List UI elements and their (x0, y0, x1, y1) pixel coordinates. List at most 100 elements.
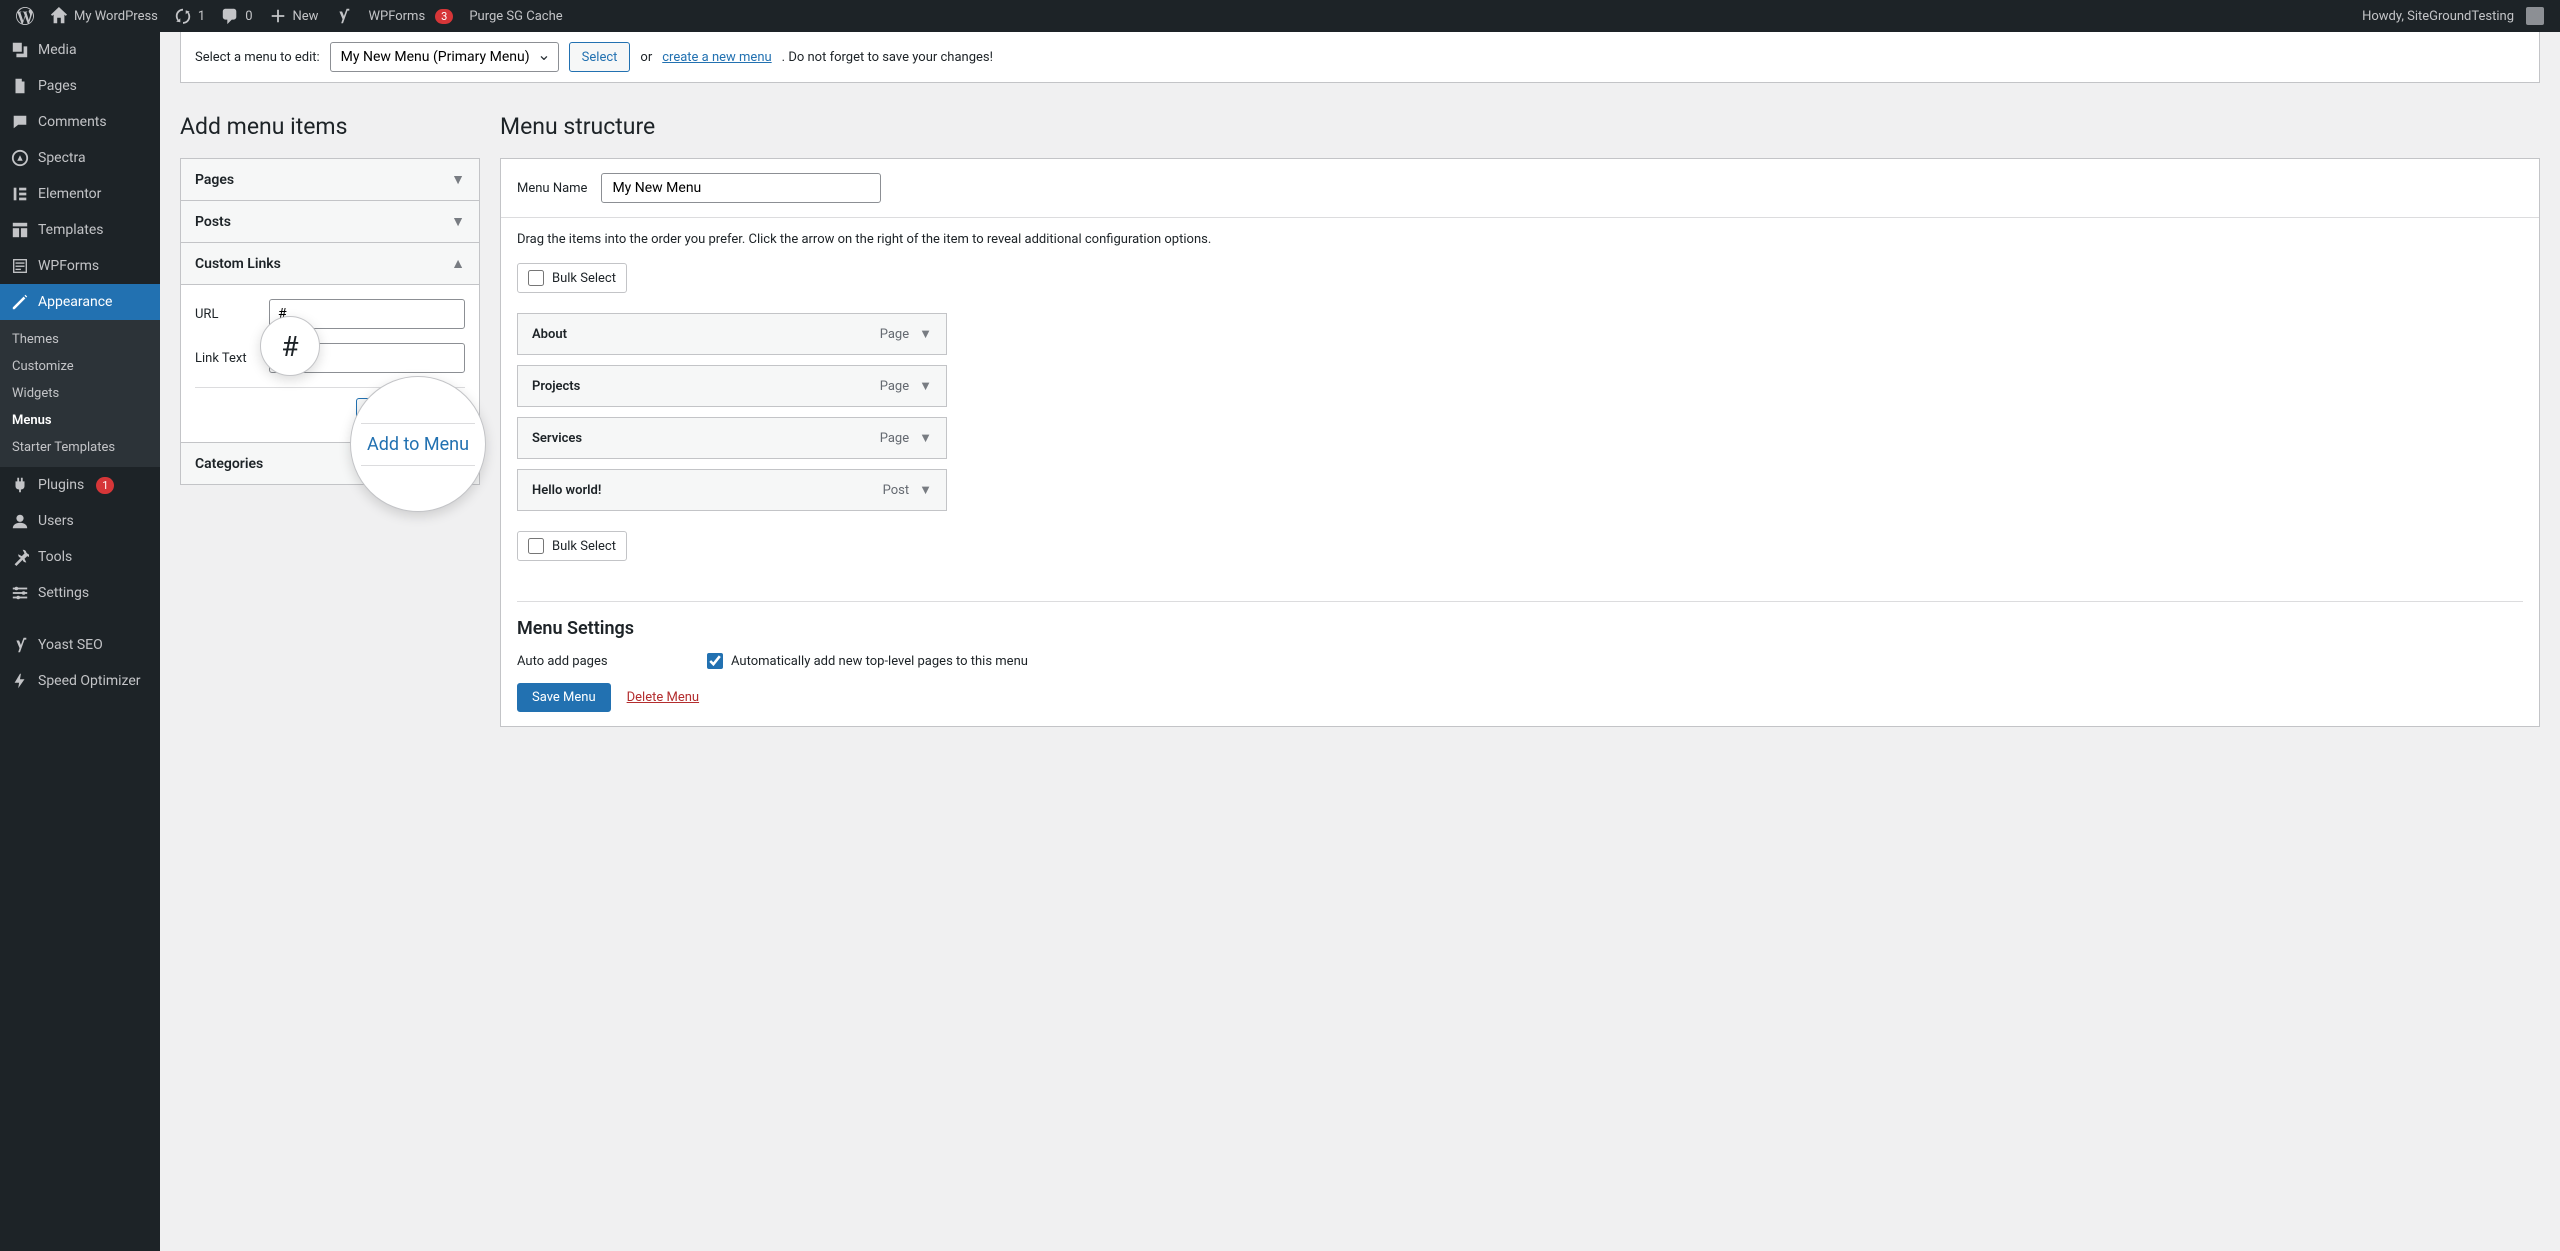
new-link[interactable]: New (261, 0, 327, 32)
home-icon (50, 7, 68, 25)
elementor-icon (10, 184, 30, 204)
spectra-icon (10, 148, 30, 168)
sidebar-sub-starter[interactable]: Starter Templates (0, 434, 160, 461)
templates-icon (10, 220, 30, 240)
create-menu-link[interactable]: create a new menu (662, 50, 771, 65)
updates-link[interactable]: 1 (166, 0, 213, 32)
purge-cache-link[interactable]: Purge SG Cache (461, 0, 570, 32)
admin-bar: My WordPress 1 0 New WPForms 3 Purge SG … (0, 0, 2560, 32)
comments-count: 0 (245, 9, 252, 24)
menu-item[interactable]: About Page▼ (517, 313, 947, 355)
menu-item-type: Post (883, 483, 910, 498)
bulk-select-checkbox[interactable] (528, 270, 544, 286)
chevron-down-icon[interactable]: ▼ (919, 430, 932, 446)
accordion-label: Categories (195, 456, 263, 472)
add-to-menu-button[interactable]: Add to Menu (356, 398, 465, 428)
menu-item-type: Page (880, 431, 909, 446)
menu-structure-title: Menu structure (500, 113, 2540, 140)
sidebar-label: WPForms (38, 258, 99, 274)
url-input[interactable] (269, 299, 465, 329)
save-menu-button[interactable]: Save Menu (517, 683, 611, 712)
update-icon (174, 7, 192, 25)
link-text-input[interactable] (269, 343, 465, 373)
bulk-select-top[interactable]: Bulk Select (517, 263, 627, 293)
sidebar-item-users[interactable]: Users (0, 503, 160, 539)
menu-name-input[interactable] (601, 173, 881, 203)
new-label: New (293, 9, 319, 24)
menu-name-label: Menu Name (517, 181, 587, 196)
bulk-select-label: Bulk Select (552, 271, 616, 286)
menu-item-title: Services (532, 431, 582, 446)
bulk-select-bottom[interactable]: Bulk Select (517, 531, 627, 561)
wpforms-link[interactable]: WPForms 3 (360, 0, 461, 32)
sidebar-item-templates[interactable]: Templates (0, 212, 160, 248)
yoast-icon (334, 7, 352, 25)
sidebar-item-yoast[interactable]: Yoast SEO (0, 627, 160, 663)
chevron-down-icon[interactable]: ▼ (919, 378, 932, 394)
speed-icon (10, 671, 30, 691)
bulk-select-checkbox[interactable] (528, 538, 544, 554)
menu-item-type: Page (880, 379, 909, 394)
sidebar-label: Elementor (38, 186, 101, 202)
sidebar-label: Appearance (38, 294, 112, 310)
yoast-adminbar[interactable] (326, 0, 360, 32)
sidebar-sub-menus[interactable]: Menus (0, 407, 160, 434)
sidebar-item-plugins[interactable]: Plugins 1 (0, 467, 160, 503)
users-icon (10, 511, 30, 531)
sidebar-item-appearance[interactable]: Appearance (0, 284, 160, 320)
accordion-posts[interactable]: Posts ▼ (181, 201, 479, 242)
url-label: URL (195, 307, 259, 322)
plugins-icon (10, 475, 30, 495)
bulk-select-label: Bulk Select (552, 539, 616, 554)
menu-settings-title: Menu Settings (517, 618, 2523, 639)
sidebar-item-media[interactable]: Media (0, 32, 160, 68)
sidebar-sub-customize[interactable]: Customize (0, 353, 160, 380)
sidebar-item-pages[interactable]: Pages (0, 68, 160, 104)
chevron-down-icon[interactable]: ▼ (919, 326, 932, 342)
chevron-down-icon[interactable]: ▼ (919, 482, 932, 498)
auto-add-label: Auto add pages (517, 654, 707, 669)
menu-item[interactable]: Services Page ▼ (517, 417, 947, 459)
sidebar-item-comments[interactable]: Comments (0, 104, 160, 140)
site-name: My WordPress (74, 9, 158, 24)
purge-label: Purge SG Cache (469, 9, 562, 24)
accordion: Pages ▼ Posts ▼ Custom L (180, 158, 480, 485)
main-content: Select a menu to edit: My New Menu (Prim… (160, 32, 2560, 1251)
sidebar-sub-widgets[interactable]: Widgets (0, 380, 160, 407)
wordpress-icon (16, 7, 34, 25)
avatar (2526, 7, 2544, 25)
menu-item-title: About (532, 327, 567, 342)
delete-menu-link[interactable]: Delete Menu (627, 690, 699, 705)
sidebar-item-tools[interactable]: Tools (0, 539, 160, 575)
selector-suffix: . Do not forget to save your changes! (782, 50, 993, 65)
custom-links-body: URL Link Text Add to Menu (181, 284, 479, 442)
sidebar-item-speed[interactable]: Speed Optimizer (0, 663, 160, 699)
accordion-custom-links[interactable]: Custom Links ▲ (181, 243, 479, 284)
accordion-categories[interactable]: Categories ▼ (181, 443, 479, 484)
sidebar-label: Speed Optimizer (38, 673, 141, 689)
menu-structure-box: Menu Name Drag the items into the order … (500, 158, 2540, 727)
sidebar-submenu-appearance: Themes Customize Widgets Menus Starter T… (0, 320, 160, 467)
sidebar-item-spectra[interactable]: Spectra (0, 140, 160, 176)
menu-item[interactable]: Projects Page▼ (517, 365, 947, 407)
sidebar-sub-themes[interactable]: Themes (0, 326, 160, 353)
select-button[interactable]: Select (569, 42, 631, 72)
sidebar-item-wpforms[interactable]: WPForms (0, 248, 160, 284)
howdy-link[interactable]: Howdy, SiteGroundTesting (2354, 0, 2552, 32)
menu-select-dropdown[interactable]: My New Menu (Primary Menu) (330, 42, 559, 72)
sidebar-item-elementor[interactable]: Elementor (0, 176, 160, 212)
auto-add-description: Automatically add new top-level pages to… (731, 654, 1028, 669)
auto-add-checkbox[interactable] (707, 653, 723, 669)
site-name-link[interactable]: My WordPress (42, 0, 166, 32)
comments-link[interactable]: 0 (213, 0, 260, 32)
menu-item[interactable]: Hello world! Post▼ (517, 469, 947, 511)
accordion-label: Custom Links (195, 256, 281, 272)
sidebar-label: Users (38, 513, 74, 529)
structure-hint: Drag the items into the order you prefer… (517, 232, 2523, 247)
sidebar-label: Tools (38, 549, 72, 565)
sidebar-label: Templates (38, 222, 104, 238)
sidebar-item-settings[interactable]: Settings (0, 575, 160, 611)
media-icon (10, 40, 30, 60)
wp-logo[interactable] (8, 0, 42, 32)
accordion-pages[interactable]: Pages ▼ (181, 159, 479, 200)
